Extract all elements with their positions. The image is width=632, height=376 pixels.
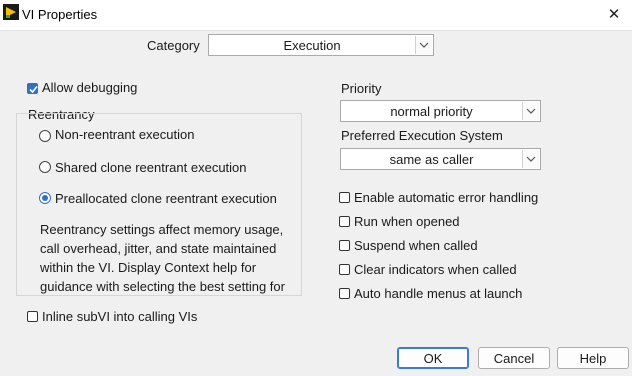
radio-shared-clone-label: Shared clone reentrant execution <box>55 160 247 175</box>
chevron-down-icon <box>522 102 539 120</box>
chevron-down-icon <box>415 36 432 54</box>
description-line: Reentrancy settings affect memory usage, <box>40 222 284 237</box>
inline-subvi-label: Inline subVI into calling VIs <box>42 309 198 324</box>
priority-label: Priority <box>341 81 382 96</box>
chevron-down-icon <box>522 150 539 168</box>
ok-button[interactable]: OK <box>397 347 469 369</box>
radio-shared-clone[interactable] <box>39 161 51 173</box>
clear-indicators-label: Clear indicators when called <box>354 262 517 277</box>
run-when-opened-checkbox[interactable] <box>339 216 350 227</box>
run-when-opened-label: Run when opened <box>354 214 460 229</box>
execution-system-label: Preferred Execution System <box>341 128 503 143</box>
execution-system-value: same as caller <box>389 151 474 167</box>
suspend-when-called-label: Suspend when called <box>354 238 478 253</box>
allow-debugging-label: Allow debugging <box>42 80 138 95</box>
description-line: within the VI. Display Context help for <box>40 260 257 275</box>
auto-error-handling-checkbox[interactable] <box>339 192 350 203</box>
priority-select[interactable]: normal priority <box>340 100 541 122</box>
category-select[interactable]: Execution <box>208 34 434 56</box>
auto-handle-menus-label: Auto handle menus at launch <box>354 286 523 301</box>
category-label: Category <box>147 38 200 53</box>
auto-handle-menus-checkbox[interactable] <box>339 288 350 299</box>
cancel-button[interactable]: Cancel <box>478 347 550 369</box>
inline-subvi-checkbox[interactable] <box>27 311 38 322</box>
radio-preallocated-clone[interactable] <box>39 192 51 204</box>
auto-error-handling-label: Enable automatic error handling <box>354 190 539 205</box>
window-title: VI Properties <box>22 7 98 22</box>
help-button[interactable]: Help <box>557 347 629 369</box>
category-value: Execution <box>283 37 341 53</box>
description-line: call overhead, jitter, and state maintai… <box>40 241 277 256</box>
description-line: guidance with selecting the best setting… <box>40 279 285 294</box>
close-icon: ✕ <box>607 6 621 23</box>
suspend-when-called-checkbox[interactable] <box>339 240 350 251</box>
radio-non-reentrant[interactable] <box>39 130 51 142</box>
vi-icon <box>3 4 19 20</box>
priority-value: normal priority <box>390 103 473 119</box>
radio-preallocated-clone-label: Preallocated clone reentrant execution <box>55 191 277 206</box>
radio-non-reentrant-label: Non-reentrant execution <box>55 127 195 142</box>
clear-indicators-checkbox[interactable] <box>339 264 350 275</box>
title-bar: VI Properties ✕ <box>0 0 632 31</box>
close-button[interactable]: ✕ <box>602 3 626 25</box>
execution-system-select[interactable]: same as caller <box>340 148 541 170</box>
allow-debugging-checkbox[interactable] <box>27 83 38 94</box>
reentrancy-description: Reentrancy settings affect memory usage,… <box>40 220 320 296</box>
